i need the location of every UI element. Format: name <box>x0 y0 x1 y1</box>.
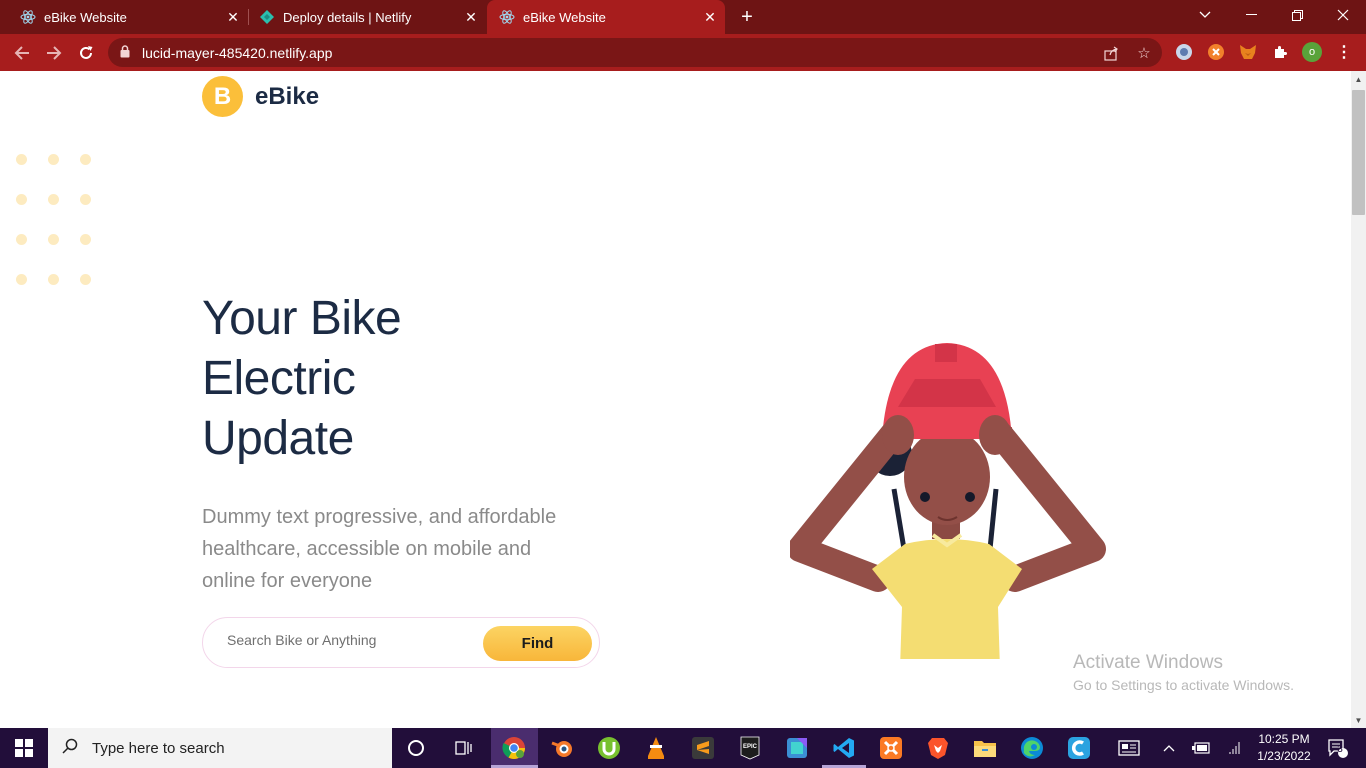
windows-start-icon[interactable] <box>0 728 48 768</box>
activate-subtitle: Go to Settings to activate Windows. <box>1073 677 1294 693</box>
cortana-icon[interactable] <box>394 732 438 764</box>
search-icon <box>62 738 78 759</box>
decor-dot <box>80 234 91 245</box>
extension-x-icon[interactable] <box>1206 42 1226 62</box>
xampp-icon[interactable] <box>869 732 913 764</box>
find-button[interactable]: Find <box>483 626 592 661</box>
edge-icon[interactable] <box>1010 732 1054 764</box>
share-icon[interactable] <box>1102 44 1120 62</box>
hero-search-bar: Find <box>202 617 600 668</box>
tab-netlify[interactable]: Deploy details | Netlify ✕ <box>249 0 486 34</box>
hero-subtitle: Dummy text progressive, and affordable h… <box>202 506 557 592</box>
close-window-button[interactable] <box>1320 0 1366 30</box>
extension-circle-icon[interactable] <box>1174 42 1194 62</box>
menu-kebab-icon[interactable]: ⋮ <box>1334 42 1354 62</box>
brand-name: eBike <box>255 82 320 110</box>
decor-dot <box>16 274 27 285</box>
minimize-button[interactable] <box>1228 0 1274 30</box>
woman-helmet-illustration <box>790 343 1106 659</box>
notifications-icon[interactable]: 3 <box>1322 728 1352 768</box>
decor-dot <box>48 154 59 165</box>
scroll-down-arrow-icon[interactable]: ▼ <box>1351 713 1366 727</box>
page-viewport: B eBike Your Bike Electric Update Dummy … <box>0 71 1351 728</box>
tab-title: Deploy details | Netlify <box>283 9 412 25</box>
logo-badge: B <box>202 76 243 117</box>
clock-date: 1/23/2022 <box>1257 749 1311 763</box>
extensions-puzzle-icon[interactable] <box>1270 42 1290 62</box>
tab-ebike-1[interactable]: eBike Website ✕ <box>0 0 248 34</box>
decor-dot <box>48 234 59 245</box>
activate-title: Activate Windows <box>1073 652 1223 673</box>
profile-avatar[interactable]: o <box>1302 42 1322 62</box>
profile-initial: o <box>1302 42 1322 62</box>
decor-dot <box>80 154 91 165</box>
utorrent-icon[interactable] <box>587 732 631 764</box>
url-text: lucid-mayer-485420.netlify.app <box>142 45 333 61</box>
taskbar-clock[interactable]: 10:25 PM 1/23/2022 <box>1248 731 1320 765</box>
tab-search-chevron-icon[interactable] <box>1182 0 1228 30</box>
tab-title: eBike Website <box>44 9 127 25</box>
decor-dot <box>80 274 91 285</box>
scrollbar-thumb[interactable] <box>1352 90 1365 215</box>
decor-dot <box>16 154 27 165</box>
back-arrow-icon[interactable] <box>10 41 34 65</box>
taskbar-search-box[interactable]: Type here to search <box>48 728 392 768</box>
clock-time: 10:25 PM <box>1258 732 1310 746</box>
taskbar-search-placeholder: Type here to search <box>92 739 225 757</box>
reload-icon[interactable] <box>74 41 98 65</box>
chrome-icon[interactable] <box>492 732 536 764</box>
decor-dot <box>16 234 27 245</box>
epic-games-icon[interactable]: EPIC <box>728 732 772 764</box>
generic-app-icon[interactable] <box>775 732 819 764</box>
brave-icon[interactable] <box>916 732 960 764</box>
close-tab-icon[interactable]: ✕ <box>224 8 242 26</box>
hero-title-line: Your Bike <box>202 292 402 345</box>
close-tab-icon[interactable]: ✕ <box>462 8 480 26</box>
metamask-fox-icon[interactable] <box>1238 42 1258 62</box>
react-icon <box>20 9 36 25</box>
blender-icon[interactable] <box>540 732 584 764</box>
new-tab-button[interactable]: + <box>736 6 758 28</box>
windows-taskbar: Type here to search EPIC 10:25 PM 1/23/2… <box>0 728 1366 768</box>
vscode-icon[interactable] <box>822 732 866 764</box>
react-icon <box>499 9 515 25</box>
tab-strip: eBike Website ✕ Deploy details | Netlify… <box>0 0 1366 34</box>
restore-button[interactable] <box>1274 0 1320 30</box>
notification-count: 3 <box>1337 744 1343 755</box>
hero-title: Your Bike Electric Update <box>202 289 562 469</box>
decor-dot <box>80 194 91 205</box>
ccleaner-icon[interactable] <box>1057 732 1101 764</box>
bookmark-star-icon[interactable]: ☆ <box>1135 44 1153 62</box>
decor-dot <box>48 194 59 205</box>
close-tab-icon[interactable]: ✕ <box>701 8 719 26</box>
decor-dot <box>16 194 27 205</box>
hero-title-line: Update <box>202 412 354 465</box>
browser-toolbar: lucid-mayer-485420.netlify.app ☆ o ⋮ <box>0 34 1366 71</box>
wifi-icon[interactable] <box>1222 728 1246 768</box>
address-bar[interactable]: lucid-mayer-485420.netlify.app ☆ <box>108 38 1162 67</box>
vlc-icon[interactable] <box>634 732 678 764</box>
search-input[interactable] <box>227 632 467 648</box>
site-logo[interactable]: B eBike <box>202 76 319 117</box>
decor-dot <box>48 274 59 285</box>
scroll-up-arrow-icon[interactable]: ▲ <box>1351 72 1366 86</box>
news-widget-icon[interactable] <box>1112 728 1146 768</box>
svg-text:EPIC: EPIC <box>743 744 758 750</box>
tab-title: eBike Website <box>523 9 606 25</box>
tab-ebike-active[interactable]: eBike Website ✕ <box>487 0 725 34</box>
task-view-icon[interactable] <box>441 732 485 764</box>
activate-windows-watermark: Activate Windows Go to Settings to activ… <box>1073 652 1294 693</box>
lock-icon[interactable] <box>120 45 130 63</box>
file-explorer-icon[interactable] <box>963 732 1007 764</box>
hero-title-line: Electric <box>202 352 356 405</box>
battery-icon[interactable] <box>1189 728 1213 768</box>
netlify-icon <box>259 9 275 25</box>
forward-arrow-icon[interactable] <box>42 41 66 65</box>
sublime-text-icon[interactable] <box>681 732 725 764</box>
tray-chevron-up-icon[interactable] <box>1158 728 1180 768</box>
